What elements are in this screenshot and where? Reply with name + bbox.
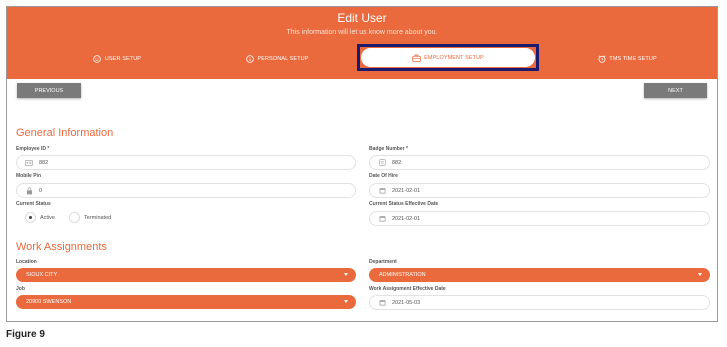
employee-id-value: 882: [39, 159, 49, 166]
smiley-icon: [93, 55, 102, 64]
header-banner: Edit User This information will let us k…: [7, 7, 717, 79]
badge-number-label: Badge Number *: [369, 146, 408, 152]
current-status-label: Current Status: [16, 201, 51, 207]
work-assignments-heading: Work Assignments: [16, 241, 107, 253]
lock-icon: [25, 187, 33, 195]
briefcase-icon: [412, 53, 421, 62]
chevron-down-icon: [344, 273, 348, 276]
tab-label: EMPLOYMENT SETUP: [424, 54, 484, 61]
radio-active[interactable]: [25, 212, 36, 223]
job-value: 20900 SWENSON: [26, 299, 72, 305]
employee-id-field[interactable]: 882: [16, 155, 356, 170]
location-value: SIOUX CITY: [26, 272, 58, 278]
page-title: Edit User: [337, 11, 387, 25]
mobile-pin-label: Mobile Pin: [16, 173, 41, 179]
id-card-icon: [25, 159, 33, 167]
tab-personal-setup[interactable]: PERSONAL SETUP: [227, 51, 327, 67]
department-select[interactable]: ADMINISTRATION: [369, 268, 710, 282]
department-value: ADMINISTRATION: [379, 272, 426, 278]
date-of-hire-label: Date Of Hire: [369, 173, 398, 179]
previous-button[interactable]: PREVIOUS: [17, 83, 81, 98]
next-button[interactable]: NEXT: [644, 83, 707, 98]
job-label: Job: [16, 286, 25, 292]
radio-label-terminated: Terminated: [84, 214, 112, 221]
radio-label-active: Active: [40, 214, 55, 221]
tab-user-setup[interactable]: USER SETUP: [67, 51, 167, 67]
radio-selected-dot: [29, 216, 32, 219]
tab-employment-setup[interactable]: EMPLOYMENT SETUP: [361, 48, 535, 67]
mobile-pin-value: 0: [39, 187, 43, 194]
chevron-down-icon: [698, 273, 702, 276]
employee-id-label: Employee ID *: [16, 146, 50, 152]
location-select[interactable]: SIOUX CITY: [16, 268, 356, 282]
chevron-down-icon: [344, 300, 348, 303]
work-assignment-effective-date-label: Work Assignment Effective Date: [369, 286, 446, 292]
status-effective-date-field[interactable]: 2021-02-01: [369, 211, 710, 226]
date-of-hire-value: 2021-02-01: [392, 187, 421, 194]
location-label: Location: [16, 259, 37, 265]
general-information-heading: General Information: [16, 127, 114, 139]
date-of-hire-field[interactable]: 2021-02-01: [369, 183, 710, 198]
department-label: Department: [369, 259, 397, 265]
status-terminated-option[interactable]: Terminated: [69, 212, 111, 223]
calendar-icon: [378, 215, 386, 223]
alarm-clock-icon: [597, 55, 606, 64]
tab-label: USER SETUP: [104, 56, 142, 62]
mobile-pin-field[interactable]: 0: [16, 183, 356, 198]
work-assignment-effective-date-value: 2021-05-03: [392, 299, 421, 306]
work-assignment-effective-date-field[interactable]: 2021-05-03: [369, 295, 710, 310]
info-icon: [245, 55, 254, 64]
tab-label: PERSONAL SETUP: [257, 56, 309, 62]
badge-number-field[interactable]: 882: [369, 155, 710, 170]
job-select[interactable]: 20900 SWENSON: [16, 295, 356, 309]
edit-user-window: Edit User This information will let us k…: [6, 6, 718, 322]
page-subtitle: This information will let us know more a…: [286, 29, 438, 36]
tab-label: TMS TIME SETUP: [609, 56, 657, 62]
calendar-icon: [378, 299, 386, 307]
status-effective-date-value: 2021-02-01: [392, 215, 421, 222]
status-effective-date-label: Current Status Effective Date: [369, 201, 439, 207]
status-active-option[interactable]: Active: [25, 212, 55, 223]
badge-icon: [378, 159, 386, 167]
figure-caption: Figure 9: [6, 329, 45, 340]
badge-number-value: 882: [392, 159, 402, 166]
radio-terminated[interactable]: [69, 212, 80, 223]
tab-tms-time-setup[interactable]: TMS TIME SETUP: [577, 51, 677, 67]
calendar-icon: [378, 187, 386, 195]
